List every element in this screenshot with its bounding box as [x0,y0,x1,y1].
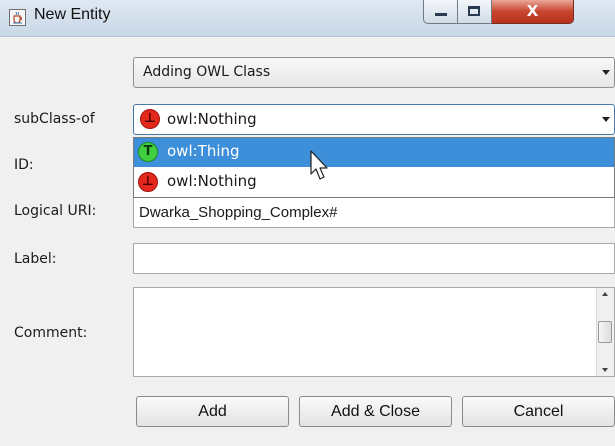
mouse-pointer-icon [310,150,328,180]
entity-type-select[interactable]: Adding OWL Class [133,57,615,88]
minimize-icon [435,13,447,16]
java-cup-icon [9,9,26,26]
option-label: owl:Nothing [167,172,257,190]
subclass-of-label: subClass-of [14,111,95,127]
comment-scrollbar[interactable] [596,288,614,376]
close-button[interactable]: X [492,0,574,24]
add-close-button[interactable]: Add & Close [299,396,452,427]
maximize-icon [468,6,480,16]
chevron-down-icon [602,70,610,75]
close-icon: X [526,2,539,20]
subclass-of-value: owl:Nothing [167,110,257,128]
owl-nothing-icon: ⊥ [140,109,160,129]
window-title: New Entity [34,6,111,23]
label-field[interactable] [133,243,615,274]
maximize-button[interactable] [458,0,492,24]
scroll-up-icon[interactable] [602,292,608,296]
entity-type-value: Adding OWL Class [143,64,271,80]
dropdown-option-owl-thing[interactable]: T owl:Thing [134,138,614,167]
owl-thing-icon: T [138,142,158,162]
title-bar[interactable]: New Entity X [0,0,615,37]
dropdown-option-owl-nothing[interactable]: ⊥ owl:Nothing [134,168,614,197]
owl-nothing-icon: ⊥ [138,172,158,192]
subclass-dropdown-list: T owl:Thing ⊥ owl:Nothing [133,137,615,198]
id-label: ID: [14,157,34,173]
logical-uri-label: Logical URI: [14,203,97,219]
logical-uri-field[interactable]: Dwarka_Shopping_Complex# [133,197,615,228]
minimize-button[interactable] [423,0,458,24]
scroll-down-icon[interactable] [602,368,608,372]
logical-uri-value: Dwarka_Shopping_Complex# [139,204,338,221]
scroll-thumb[interactable] [598,321,612,343]
label-label: Label: [14,251,57,267]
cancel-button[interactable]: Cancel [462,396,615,427]
add-button[interactable]: Add [136,396,289,427]
new-entity-dialog: New Entity X Adding OWL Class subClass-o… [0,0,615,446]
comment-textarea[interactable] [133,287,615,377]
subclass-of-select[interactable]: ⊥ owl:Nothing [133,104,615,135]
comment-label: Comment: [14,325,88,341]
option-label: owl:Thing [167,142,240,160]
chevron-down-icon [602,117,610,122]
